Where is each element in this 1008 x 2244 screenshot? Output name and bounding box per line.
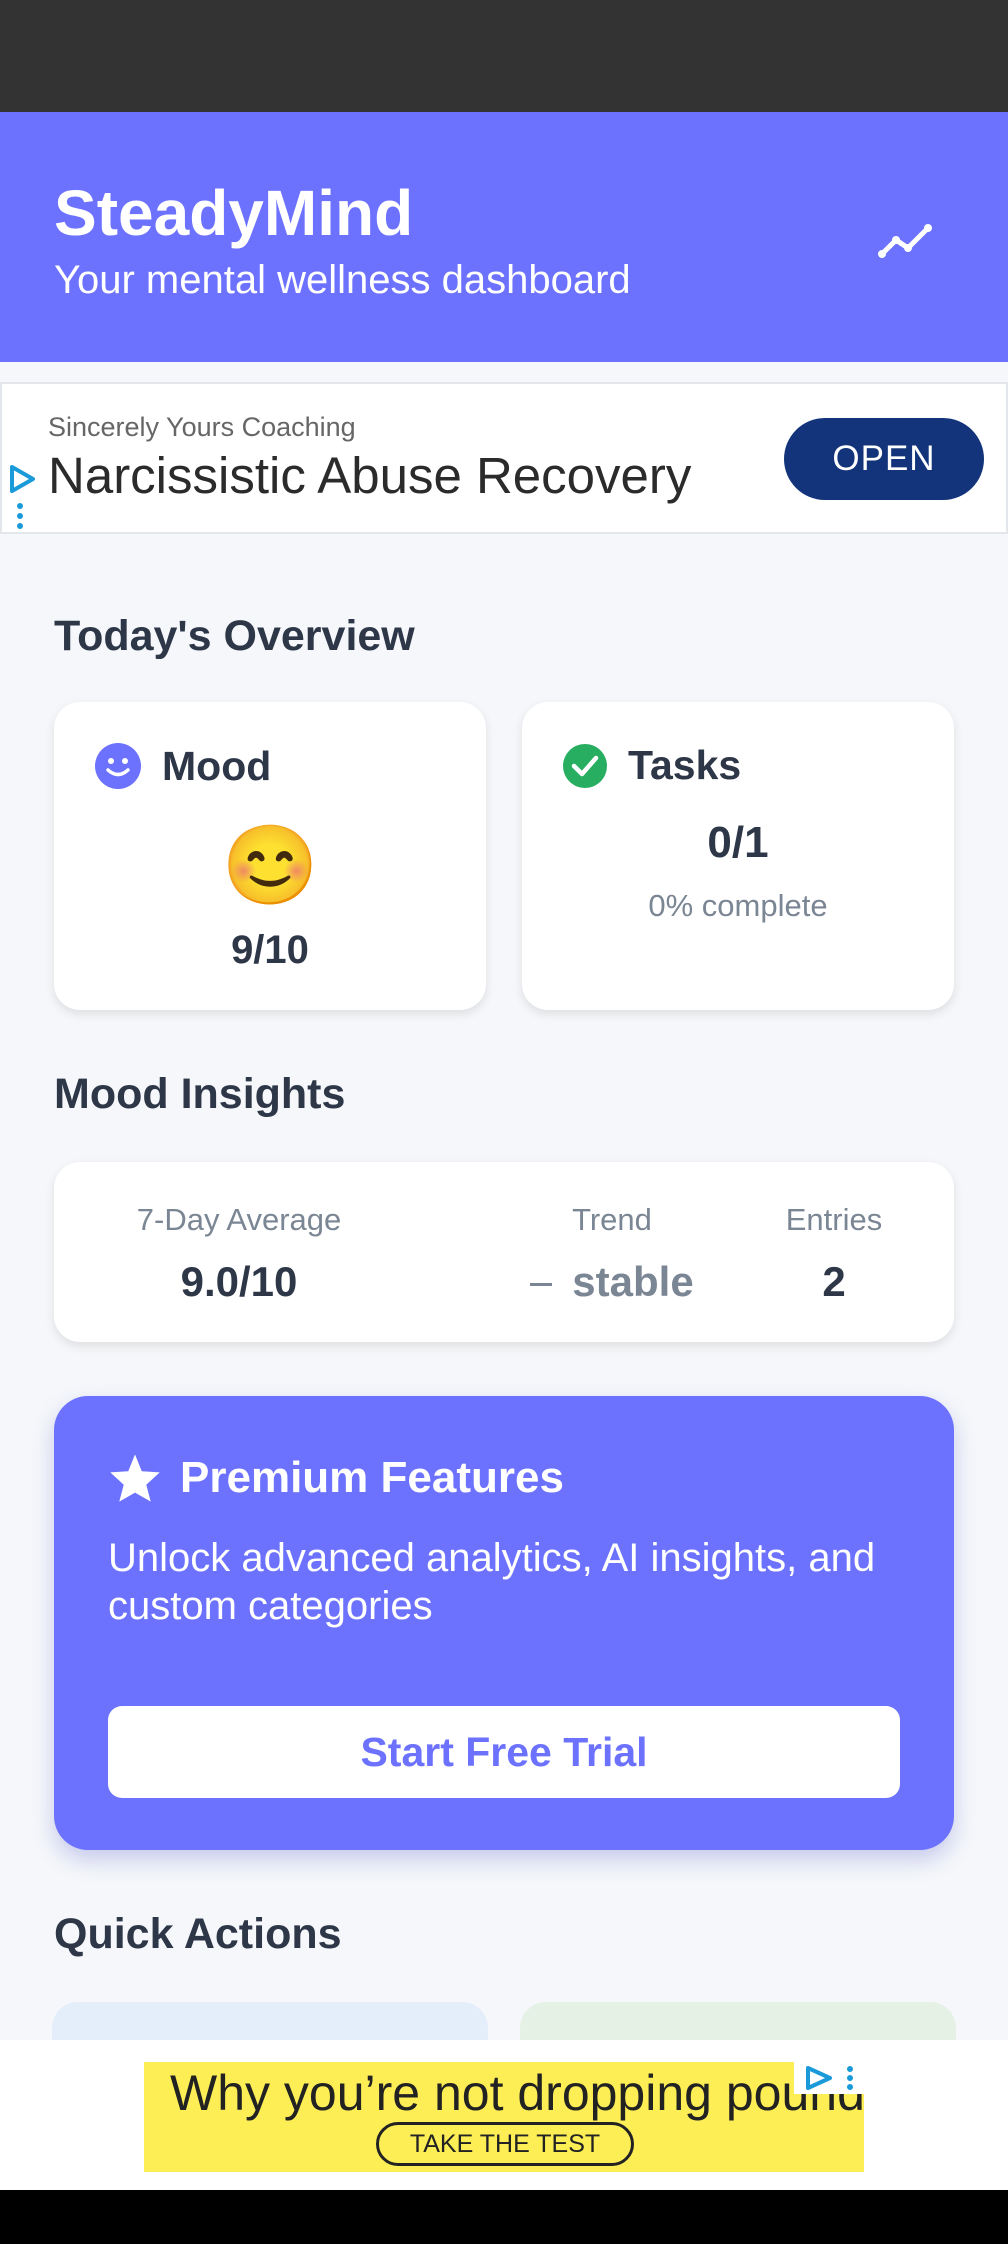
mood-value: 9/10 [231, 928, 309, 972]
overview-title: Today's Overview [54, 612, 415, 660]
tasks-progress-text: 0% complete [648, 888, 828, 923]
ad-choices-badge[interactable] [794, 2062, 864, 2094]
average-label: 7-Day Average [136, 1202, 342, 1237]
start-free-trial-button[interactable]: Start Free Trial [108, 1706, 900, 1798]
app-subtitle: Your mental wellness dashboard [54, 258, 631, 302]
trending-chart-icon[interactable] [878, 216, 934, 264]
mood-insights-title: Mood Insights [54, 1070, 346, 1118]
premium-card: Premium Features Unlock advanced analyti… [54, 1396, 954, 1850]
star-icon [110, 1454, 160, 1502]
bottom-ad-headline: Why you’re not dropping pounds [170, 2065, 864, 2121]
ad-open-button[interactable]: OPEN [784, 418, 984, 500]
trend-value: stable [572, 1258, 694, 1305]
ad-more-icon[interactable] [16, 502, 24, 530]
status-bar [0, 0, 1008, 112]
mood-insights-card: 7-Day Average 9.0/10 Trend stable Entrie… [54, 1162, 954, 1342]
take-test-button[interactable]: TAKE THE TEST [376, 2122, 634, 2166]
mood-label: Mood [162, 742, 272, 789]
quick-actions-title: Quick Actions [54, 1910, 342, 1958]
mood-face-icon [95, 743, 141, 789]
ad-headline[interactable]: Narcissistic Abuse Recovery [48, 446, 691, 505]
tasks-value: 0/1 [707, 818, 769, 867]
trend-flat-icon [530, 1283, 553, 1287]
premium-description: Unlock advanced analytics, AI insights, … [108, 1536, 876, 1628]
tasks-card[interactable]: Tasks 0/1 0% complete [522, 702, 954, 1010]
bottom-banner-ad[interactable]: Why you’re not dropping pounds TAKE THE … [144, 2062, 864, 2172]
app-title: SteadyMind [54, 177, 414, 249]
entries-value: 2 [822, 1258, 846, 1305]
navigation-bar [0, 2190, 1008, 2244]
entries-stat: Entries 2 [704, 1202, 964, 1306]
entries-label: Entries [785, 1202, 883, 1237]
top-banner-ad[interactable]: Sincerely Yours Coaching Narcissistic Ab… [0, 382, 1008, 534]
check-circle-icon [563, 743, 607, 788]
average-stat: 7-Day Average 9.0/10 [54, 1202, 424, 1306]
average-value: 9.0/10 [180, 1258, 298, 1305]
tasks-label: Tasks [628, 742, 742, 788]
ad-choices-icon[interactable] [794, 2062, 864, 2094]
app-header: SteadyMind Your mental wellness dashboar… [0, 112, 1008, 362]
ad-sponsor: Sincerely Yours Coaching [48, 412, 356, 442]
ad-choices-icon[interactable] [6, 464, 36, 494]
premium-title: Premium Features [180, 1453, 564, 1502]
mood-card[interactable]: Mood 😊 9/10 [54, 702, 486, 1010]
mood-emoji: 😊 [221, 821, 319, 909]
